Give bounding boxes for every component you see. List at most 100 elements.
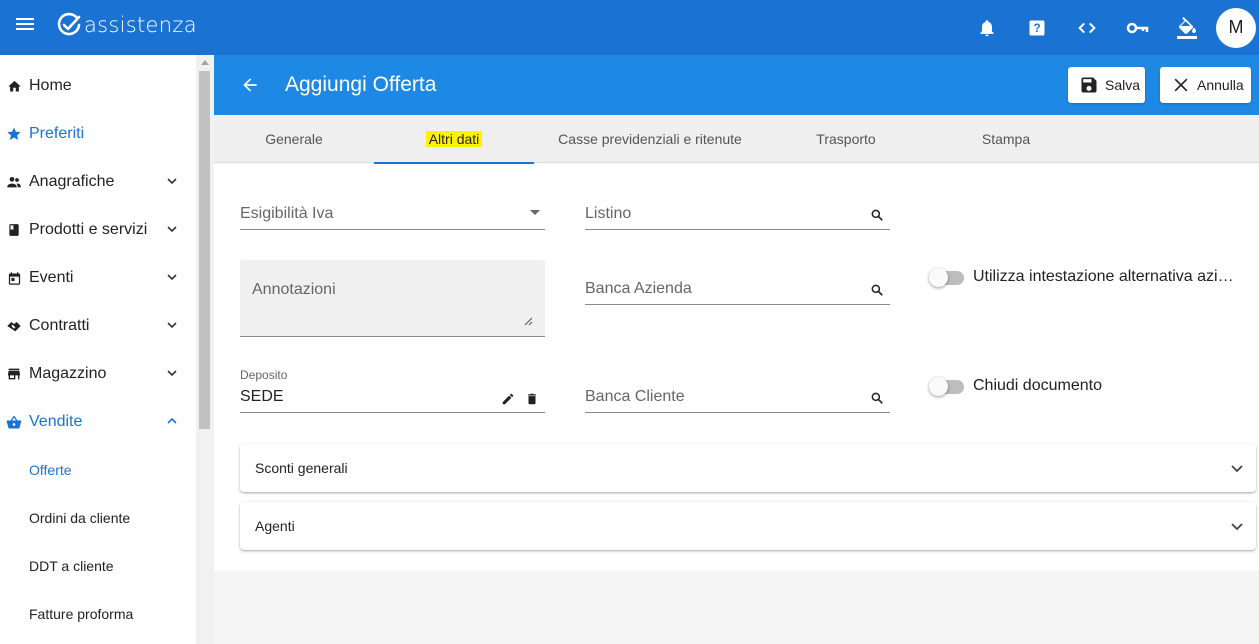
listino-label: Listino bbox=[585, 205, 632, 222]
intestazione-alternativa-label: Utilizza intestazione alternativa azi… bbox=[973, 268, 1234, 285]
chevron-down-icon bbox=[167, 274, 177, 281]
delete-icon[interactable] bbox=[525, 392, 539, 406]
save-icon bbox=[1081, 77, 1097, 93]
close-icon bbox=[1174, 78, 1188, 92]
sidebar-subitem-ordini[interactable]: Ordini da cliente bbox=[0, 494, 196, 542]
tab-generale[interactable]: Generale bbox=[214, 115, 374, 163]
code-icon[interactable] bbox=[1062, 0, 1112, 55]
paint-bucket-icon[interactable] bbox=[1162, 0, 1212, 55]
tab-casse-previdenziali[interactable]: Casse previdenziali e ritenute bbox=[534, 115, 766, 163]
sidebar-item-home[interactable]: Home bbox=[0, 62, 196, 110]
handshake-icon bbox=[6, 318, 22, 334]
dropdown-arrow-icon bbox=[530, 210, 540, 215]
chevron-up-icon bbox=[167, 417, 177, 424]
sidebar-item-label: Vendite bbox=[29, 413, 83, 430]
sidebar: Home Preferiti Anagrafiche Prodotti e se… bbox=[0, 55, 196, 644]
deposito-label: Deposito bbox=[240, 368, 288, 382]
logo[interactable]: assistenza bbox=[56, 12, 197, 38]
tab-altri-dati[interactable]: Altri dati bbox=[374, 115, 534, 164]
tab-bar: Generale Altri dati Casse previdenziali … bbox=[214, 115, 1259, 164]
bell-icon[interactable] bbox=[962, 0, 1012, 55]
key-icon[interactable] bbox=[1112, 0, 1162, 55]
deposito-field[interactable]: Deposito SEDE bbox=[240, 368, 545, 413]
sidebar-item-anagrafiche[interactable]: Anagrafiche bbox=[0, 158, 196, 206]
book-icon bbox=[6, 222, 22, 238]
panel-title: Agenti bbox=[255, 518, 295, 534]
tab-label: Altri dati bbox=[425, 131, 483, 147]
annotazioni-label: Annotazioni bbox=[252, 281, 336, 298]
page-header: Aggiungi Offerta Salva Annulla bbox=[214, 55, 1259, 115]
star-icon bbox=[6, 126, 22, 142]
edit-icon[interactable] bbox=[501, 392, 515, 406]
annotazioni-textarea[interactable]: Annotazioni bbox=[240, 260, 545, 337]
basket-icon bbox=[6, 414, 22, 430]
people-icon bbox=[6, 174, 22, 190]
intestazione-alternativa-toggle[interactable] bbox=[929, 267, 965, 287]
sidebar-item-magazzino[interactable]: Magazzino bbox=[0, 350, 196, 398]
banca-cliente-field[interactable]: Banca Cliente bbox=[585, 380, 890, 413]
tab-stampa[interactable]: Stampa bbox=[926, 115, 1086, 163]
resize-handle-icon[interactable] bbox=[524, 317, 533, 326]
banca-azienda-field[interactable]: Banca Azienda bbox=[585, 271, 890, 305]
form-content: Esigibilità Iva Listino Annotazioni Banc… bbox=[214, 164, 1259, 571]
sidebar-item-label: Preferiti bbox=[29, 125, 85, 142]
logo-text: assistenza bbox=[84, 13, 197, 37]
avatar[interactable]: M bbox=[1216, 7, 1256, 48]
sidebar-item-label: Prodotti e servizi bbox=[29, 221, 148, 238]
menu-icon[interactable] bbox=[14, 15, 36, 37]
tab-label: Trasporto bbox=[816, 131, 876, 147]
chiudi-documento-toggle[interactable] bbox=[929, 376, 965, 396]
search-icon[interactable] bbox=[870, 391, 884, 405]
store-icon bbox=[6, 366, 22, 382]
listino-field[interactable]: Listino bbox=[585, 196, 890, 230]
back-arrow-icon[interactable] bbox=[240, 75, 260, 95]
sidebar-item-label: Home bbox=[29, 77, 72, 94]
agenti-panel[interactable]: Agenti bbox=[240, 502, 1256, 550]
sidebar-subitem-fatture-proforma[interactable]: Fatture proforma bbox=[0, 590, 196, 638]
tab-label: Stampa bbox=[981, 131, 1031, 147]
chevron-down-icon bbox=[167, 226, 177, 233]
cancel-button[interactable]: Annulla bbox=[1160, 67, 1251, 103]
chevron-down-icon bbox=[167, 322, 177, 329]
sidebar-item-label: Magazzino bbox=[29, 365, 107, 382]
help-icon[interactable]: ? bbox=[1012, 0, 1062, 55]
cancel-button-label: Annulla bbox=[1197, 77, 1244, 93]
sidebar-scrollbar[interactable] bbox=[196, 55, 214, 644]
sidebar-subitem-label: Ordini da cliente bbox=[29, 510, 131, 526]
search-icon[interactable] bbox=[870, 208, 884, 222]
chevron-down-icon bbox=[1231, 465, 1243, 473]
sidebar-subitem-ddt[interactable]: DDT a cliente bbox=[0, 542, 196, 590]
scroll-thumb[interactable] bbox=[199, 71, 210, 429]
sidebar-subitem-label: Offerte bbox=[29, 462, 72, 478]
sidebar-item-label: Eventi bbox=[29, 269, 74, 286]
banca-azienda-label: Banca Azienda bbox=[585, 280, 692, 297]
chevron-down-icon bbox=[167, 370, 177, 377]
sidebar-item-eventi[interactable]: Eventi bbox=[0, 254, 196, 302]
svg-text:?: ? bbox=[1033, 22, 1040, 35]
sconti-generali-panel[interactable]: Sconti generali bbox=[240, 444, 1256, 492]
sidebar-item-label: Anagrafiche bbox=[29, 173, 115, 190]
chevron-down-icon bbox=[167, 178, 177, 185]
sidebar-item-prodotti[interactable]: Prodotti e servizi bbox=[0, 206, 196, 254]
banca-cliente-label: Banca Cliente bbox=[585, 388, 685, 405]
search-icon[interactable] bbox=[870, 283, 884, 297]
save-button[interactable]: Salva bbox=[1068, 67, 1145, 103]
calendar-icon bbox=[6, 270, 22, 286]
panel-title: Sconti generali bbox=[255, 460, 348, 476]
tab-label: Generale bbox=[265, 131, 323, 147]
esigibilita-iva-select[interactable]: Esigibilità Iva bbox=[240, 196, 545, 230]
sidebar-item-contratti[interactable]: Contratti bbox=[0, 302, 196, 350]
sidebar-subitem-offerte[interactable]: Offerte bbox=[0, 446, 196, 494]
sidebar-item-label: Contratti bbox=[29, 317, 90, 334]
page-title: Aggiungi Offerta bbox=[285, 73, 437, 96]
chevron-down-icon bbox=[1231, 523, 1243, 531]
sidebar-item-vendite[interactable]: Vendite bbox=[0, 398, 196, 446]
esigibilita-iva-label: Esigibilità Iva bbox=[240, 205, 334, 222]
sidebar-item-preferiti[interactable]: Preferiti bbox=[0, 110, 196, 158]
chiudi-documento-label: Chiudi documento bbox=[973, 377, 1102, 394]
tab-trasporto[interactable]: Trasporto bbox=[766, 115, 926, 163]
scroll-up-arrow[interactable] bbox=[201, 60, 209, 65]
sidebar-subitem-label: Fatture proforma bbox=[29, 606, 134, 622]
home-icon bbox=[6, 78, 22, 94]
sidebar-subitem-label: DDT a cliente bbox=[29, 558, 114, 574]
